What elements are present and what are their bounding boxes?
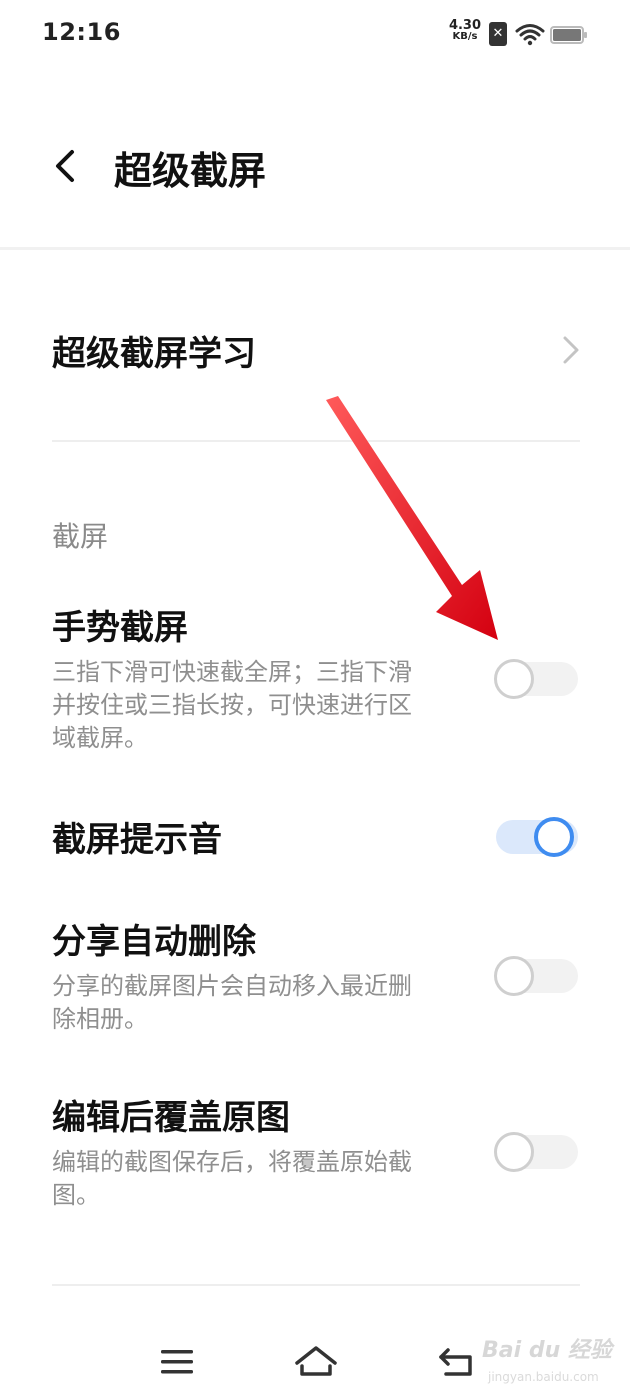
menu-icon[interactable] (152, 1340, 202, 1384)
section-header-screenshot: 截屏 (52, 520, 109, 553)
back-icon[interactable] (432, 1340, 482, 1384)
overwrite-original-title: 编辑后覆盖原图 (52, 1098, 290, 1138)
share-auto-delete-toggle[interactable] (492, 951, 580, 999)
page-title: 超级截屏 (114, 149, 267, 193)
overwrite-original-description: 编辑的截图保存后，将覆盖原始截图。 (52, 1148, 412, 1209)
section-divider (52, 440, 580, 442)
bottom-divider (52, 1284, 580, 1286)
toggle-knob (494, 1132, 534, 1172)
network-speed: 4.30 KB/s (446, 18, 484, 42)
super-screenshot-learning-row[interactable]: 超级截屏学习 (0, 300, 630, 400)
watermark-logo: Bai du 经验 (482, 1338, 612, 1363)
sim-off-icon: ✕ (489, 22, 507, 46)
wifi-icon (515, 24, 545, 46)
share-auto-delete-title: 分享自动删除 (52, 922, 256, 962)
gesture-screenshot-description: 三指下滑可快速截全屏；三指下滑并按住或三指长按，可快速进行区域截屏。 (52, 658, 412, 752)
chevron-left-icon[interactable] (50, 146, 80, 186)
page-header: 超级截屏 (0, 120, 630, 210)
toggle-knob (494, 956, 534, 996)
home-icon[interactable] (291, 1340, 341, 1384)
chevron-right-icon (563, 336, 579, 364)
toggle-knob (494, 659, 534, 699)
learning-row-label: 超级截屏学习 (52, 334, 256, 374)
toggle-knob (534, 817, 574, 857)
network-speed-value: 4.30 (448, 18, 482, 33)
battery-icon (550, 26, 587, 44)
gesture-screenshot-toggle[interactable] (492, 654, 580, 702)
status-bar: 12:16 4.30 KB/s ✕ (0, 0, 630, 70)
share-auto-delete-description: 分享的截屏图片会自动移入最近删除相册。 (52, 972, 412, 1033)
status-time: 12:16 (42, 18, 121, 46)
watermark-url: jingyan.baidu.com (488, 1370, 599, 1384)
screenshot-sound-toggle[interactable] (492, 812, 580, 860)
header-divider (0, 247, 630, 250)
watermark: Bai du 经验 jingyan.baidu.com (482, 1332, 622, 1392)
gesture-screenshot-title: 手势截屏 (52, 608, 188, 648)
overwrite-original-toggle[interactable] (492, 1127, 580, 1175)
screenshot-sound-title: 截屏提示音 (52, 820, 222, 860)
